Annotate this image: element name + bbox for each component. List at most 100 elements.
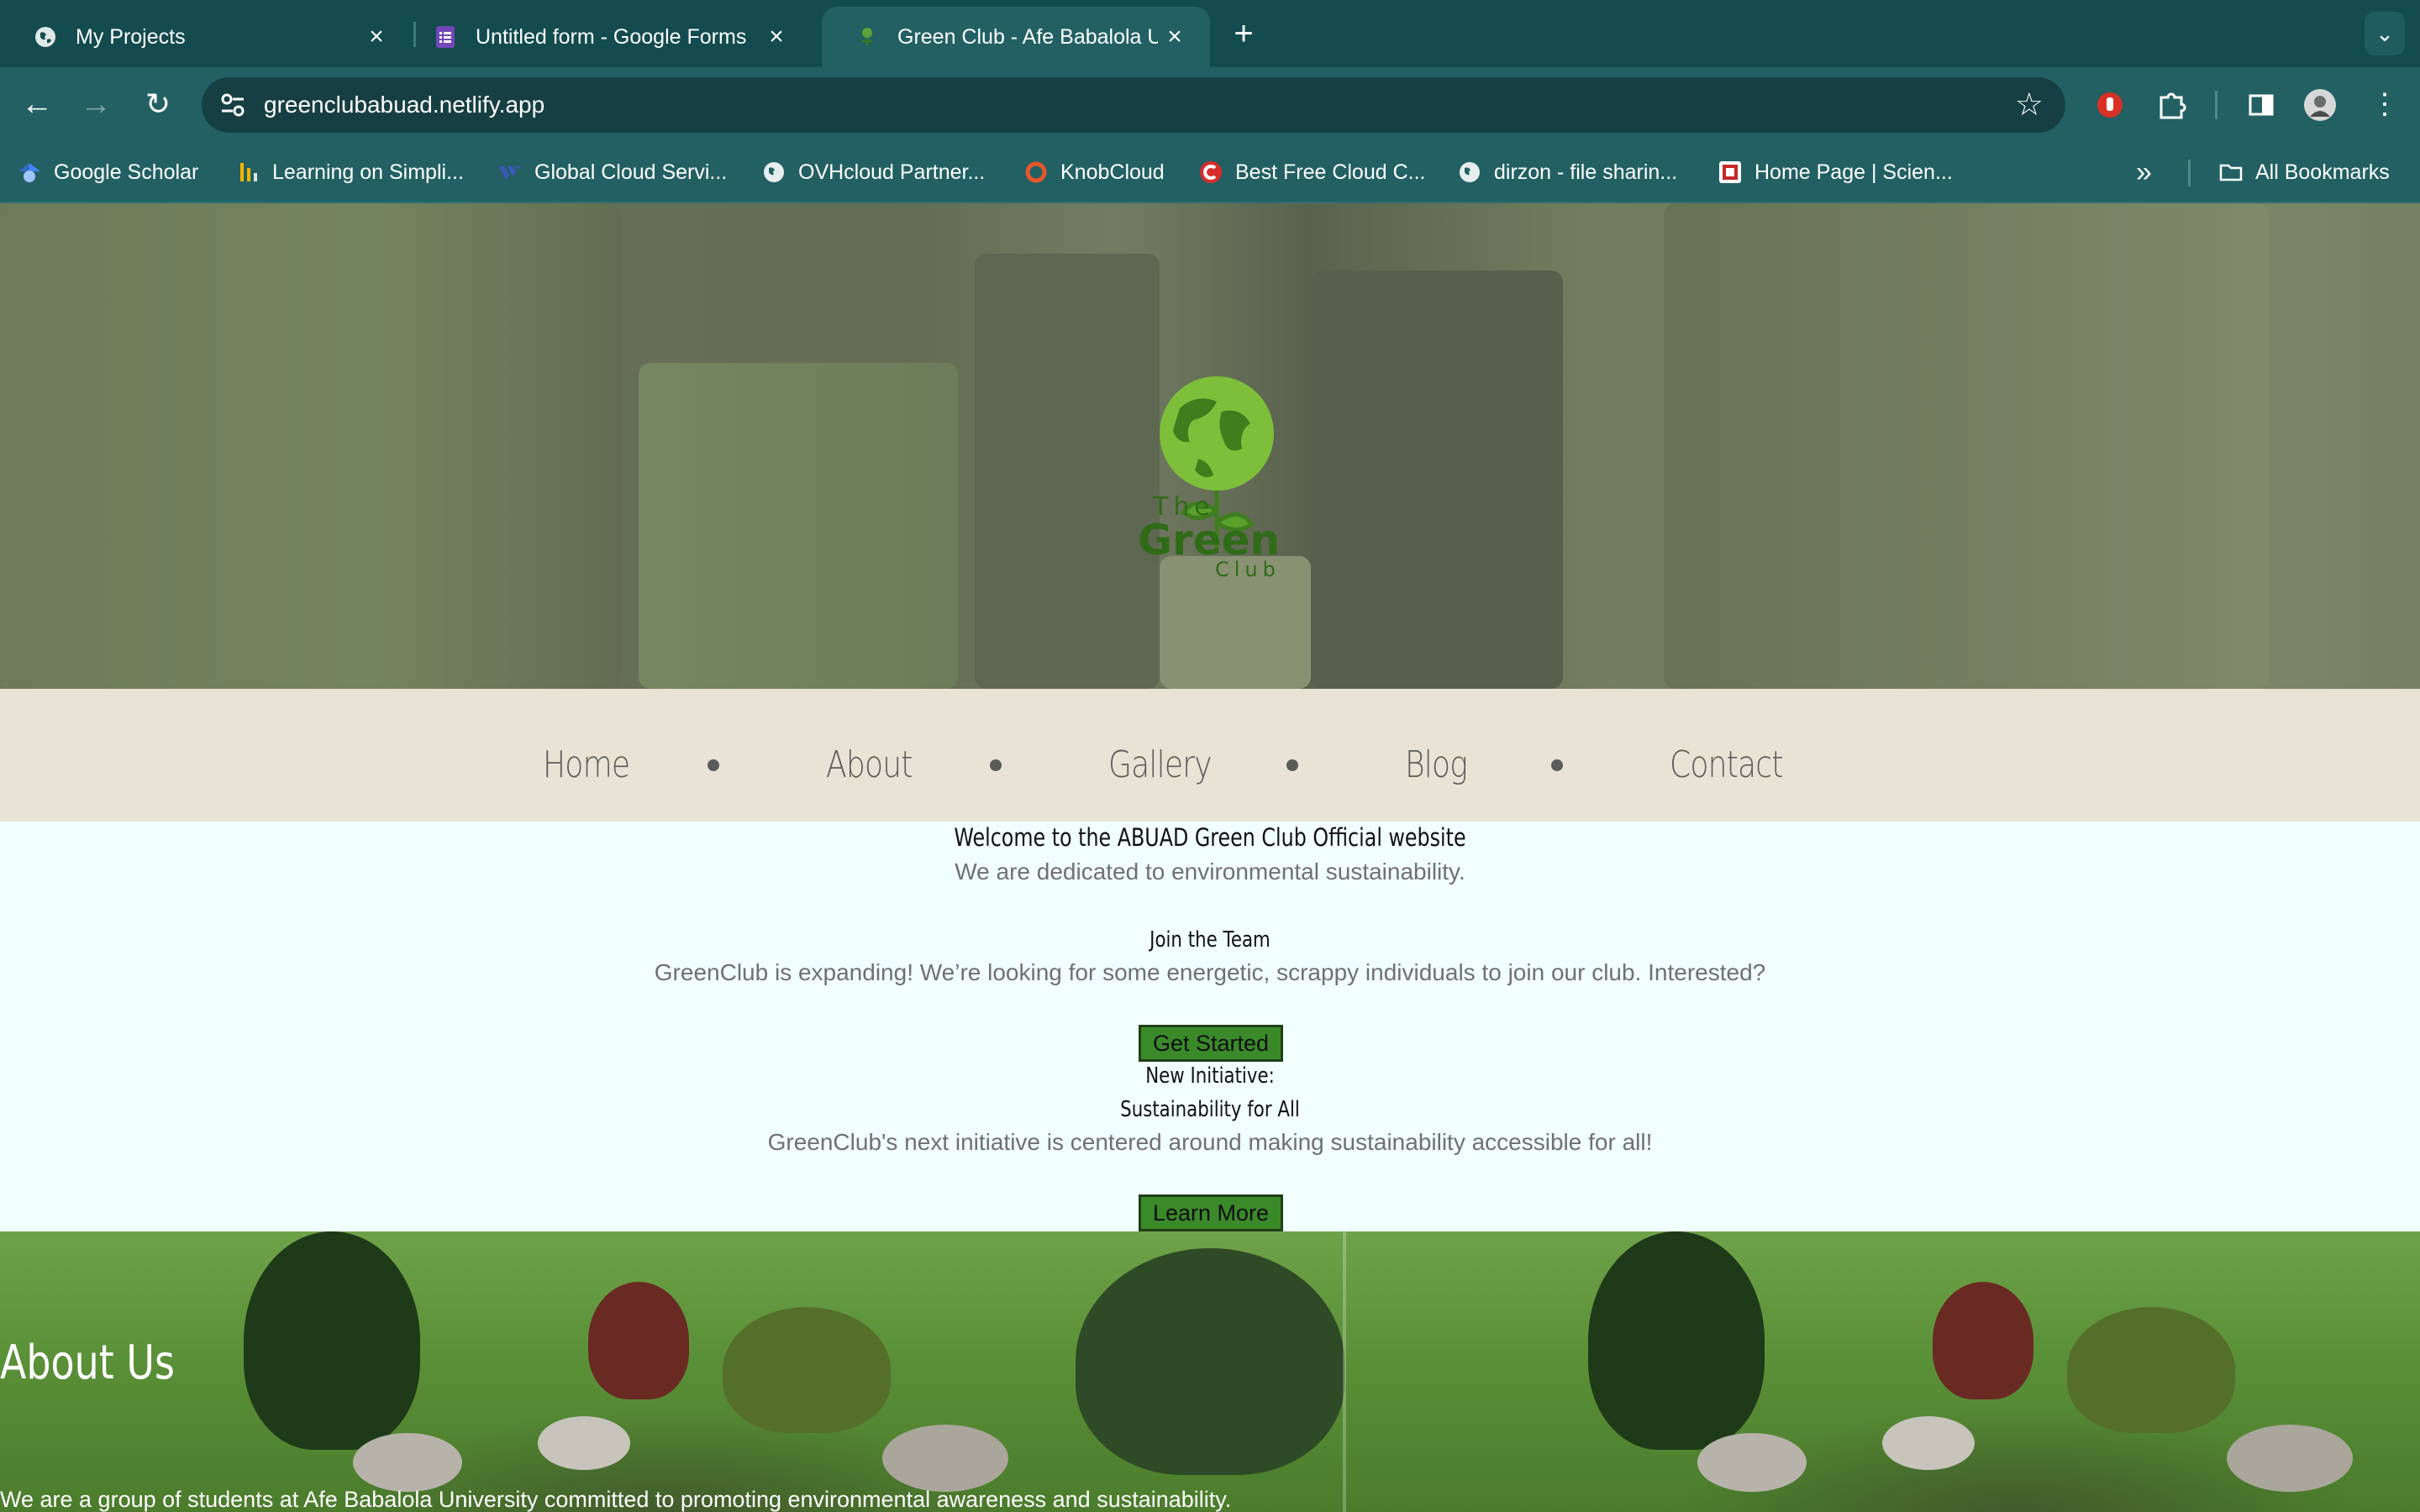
rock-image [353, 1433, 462, 1492]
bookmark-label: dirzon - file sharin... [1494, 160, 1678, 184]
close-tab-icon[interactable]: × [1158, 23, 1192, 51]
rock-image [538, 1416, 630, 1470]
rock-image [2227, 1425, 2353, 1492]
bookmark-label: Global Cloud Servi... [534, 160, 728, 184]
bookmark-label: Home Page | Scien... [1754, 160, 1953, 184]
tab-strip: My Projects × Untitled form - Google For… [0, 0, 2420, 67]
hero-banner: The Green Club [0, 203, 2420, 689]
forward-button[interactable]: → [76, 84, 116, 124]
tab-google-forms[interactable]: Untitled form - Google Forms × [400, 7, 812, 67]
all-bookmarks-button[interactable]: All Bookmarks [2218, 143, 2390, 202]
globe-icon [1460, 162, 1480, 182]
knobcloud-icon [1025, 161, 1047, 183]
learn-more-button[interactable]: Learn More [1139, 1194, 1283, 1231]
site-navigation: Home About Gallery Blog Contact [0, 689, 2420, 822]
globe-icon [764, 162, 784, 182]
close-tab-icon[interactable]: × [360, 23, 393, 51]
chevron-down-icon: ⌄ [2375, 21, 2394, 46]
bookmark-item[interactable]: Google Scholar [17, 143, 198, 202]
about-section: About Us We are a group of students at A… [0, 1231, 2420, 1512]
tab-title: Untitled form - Google Forms [476, 24, 747, 49]
side-panel-icon[interactable] [2242, 86, 2281, 124]
welcome-heading: Welcome to the ABUAD Green Club Official… [954, 823, 1466, 852]
tree-image [2067, 1307, 2235, 1433]
science-icon [1719, 161, 1741, 183]
tab-green-club[interactable]: Green Club - Afe Babalola Uni × [822, 7, 1210, 67]
tree-image [723, 1307, 891, 1433]
google-forms-icon [436, 26, 455, 48]
rock-image [1882, 1416, 1975, 1470]
site-settings-icon[interactable] [217, 89, 249, 121]
bookmark-item[interactable]: Home Page | Scien... [1718, 143, 1953, 202]
vultr-icon [499, 166, 521, 180]
about-text: We are a group of students at Afe Babalo… [0, 1487, 1232, 1512]
more-bookmarks-button[interactable]: » [2136, 153, 2152, 192]
nav-about-link[interactable]: About [826, 689, 913, 842]
nav-separator-dot [708, 759, 719, 771]
folder-icon [2219, 164, 2243, 181]
reload-button[interactable]: ↻ [138, 84, 178, 124]
bookmark-item[interactable]: KnobCloud [1023, 143, 1165, 202]
bookmark-item[interactable]: dirzon - file sharin... [1457, 143, 1677, 202]
bookmark-label: KnobCloud [1060, 160, 1165, 184]
nav-separator-dot [1551, 759, 1563, 771]
browser-menu-button[interactable]: ⋮ [2365, 84, 2405, 124]
initiative-text: GreenClub's next initiative is centered … [767, 1129, 1653, 1155]
bookmark-label: OVHcloud Partner... [798, 160, 986, 184]
bookmarks-bar: Google Scholar Learning on Simpli... Glo… [0, 143, 2420, 203]
extensions-puzzle-icon[interactable] [2153, 86, 2191, 124]
tab-search-button[interactable]: ⌄ [2365, 12, 2405, 55]
green-club-logo: The Green Club [1138, 376, 1279, 578]
tab-title: Green Club - Afe Babalola Uni [897, 24, 1158, 49]
bookmark-label: Learning on Simpli... [272, 160, 464, 184]
about-title: About Us [0, 1336, 175, 1390]
url-text[interactable]: greenclubabuad.netlify.app [264, 77, 544, 133]
chevron-double-right-icon: » [2136, 156, 2152, 188]
nav-gallery-link[interactable]: Gallery [1108, 689, 1213, 842]
welcome-text: We are dedicated to environmental sustai… [955, 858, 1465, 885]
get-started-button[interactable]: Get Started [1139, 1025, 1283, 1062]
arrow-left-icon: ← [21, 87, 53, 122]
tree-image [588, 1282, 689, 1399]
bookmark-item[interactable]: OVHcloud Partner... [761, 143, 985, 202]
bookmark-item[interactable]: Learning on Simpli... [235, 143, 464, 202]
bookmarks-divider [2188, 160, 2191, 186]
tab-title: My Projects [76, 24, 186, 49]
adblock-extension-icon[interactable] [2091, 86, 2129, 124]
new-tab-button[interactable]: + [1227, 12, 1260, 55]
tree-image [1076, 1248, 1344, 1475]
bookmark-item[interactable]: Best Free Cloud C... [1198, 143, 1425, 202]
google-scholar-icon [18, 163, 40, 182]
browser-toolbar: ← → ↻ greenclubabuad.netlify.app ☆ ⋮ [0, 67, 2420, 143]
join-heading: Join the Team [1150, 927, 1270, 953]
avatar[interactable] [2301, 86, 2339, 124]
rock-image [882, 1425, 1008, 1492]
globe-icon [35, 27, 55, 47]
rock-image [1697, 1433, 1807, 1492]
nav-separator-dot [1286, 759, 1298, 771]
nav-separator-dot [990, 759, 1002, 771]
close-tab-icon[interactable]: × [760, 23, 793, 51]
bookmark-star-icon[interactable]: ☆ [2015, 84, 2044, 126]
address-bar[interactable]: greenclubabuad.netlify.app ☆ [202, 77, 2065, 133]
toolbar-divider [2215, 91, 2217, 119]
simplilearn-icon [240, 163, 257, 181]
back-button[interactable]: ← [17, 84, 57, 124]
initiative-subheading: Sustainability for All [1120, 1097, 1300, 1122]
all-bookmarks-label: All Bookmarks [2255, 160, 2390, 184]
initiative-heading: New Initiative: [1145, 1063, 1275, 1089]
tree-image [1588, 1231, 1765, 1450]
green-club-icon [861, 28, 873, 46]
bookmark-item[interactable]: Global Cloud Servi... [497, 143, 727, 202]
nav-contact-link[interactable]: Contact [1670, 689, 1783, 842]
nav-home-link[interactable]: Home [543, 689, 630, 842]
image-seam [1343, 1231, 1346, 1512]
bookmark-label: Best Free Cloud C... [1235, 160, 1426, 184]
arrow-right-icon: → [80, 87, 112, 122]
tree-image [1933, 1282, 2033, 1399]
tab-my-projects[interactable]: My Projects × [0, 7, 412, 67]
nav-blog-link[interactable]: Blog [1405, 689, 1468, 842]
join-text: GreenClub is expanding! We’re looking fo… [654, 959, 1766, 985]
cloud-c-icon [1200, 161, 1222, 183]
reload-icon: ↻ [145, 87, 171, 121]
